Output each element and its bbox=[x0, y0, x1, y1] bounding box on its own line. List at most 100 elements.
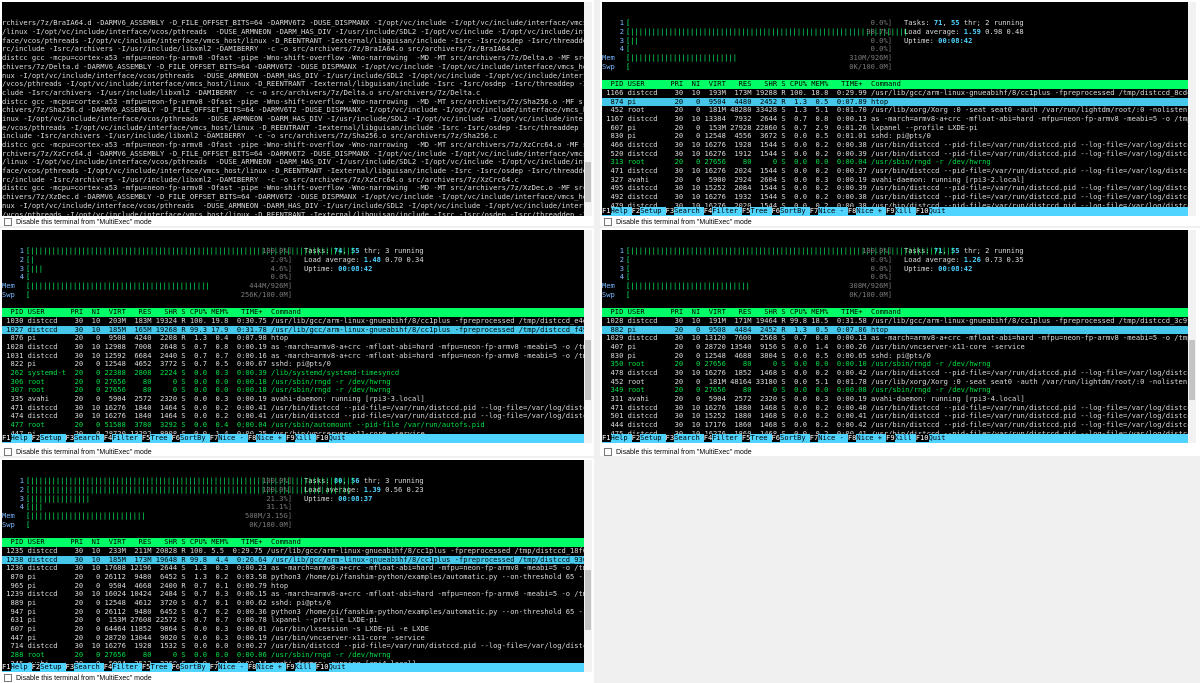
function-key-label[interactable]: SortBy bbox=[180, 434, 210, 442]
function-key-label[interactable]: Kill bbox=[295, 434, 316, 442]
function-key-label[interactable]: Setup bbox=[40, 663, 65, 671]
process-row[interactable]: 471 distccd 30 10 16276 1880 1468 S 0.0 … bbox=[602, 404, 1196, 413]
function-key-label[interactable]: Help bbox=[611, 207, 632, 215]
function-key-label[interactable]: Tree bbox=[750, 434, 771, 442]
process-row[interactable]: 631 pi 20 0 153M 27608 22572 S 0.7 0.7 0… bbox=[2, 616, 592, 625]
checkbox-box[interactable] bbox=[604, 448, 612, 456]
function-key[interactable]: F6 bbox=[771, 434, 781, 443]
function-key[interactable]: F3 bbox=[65, 663, 75, 672]
terminal-3-screen[interactable]: 1 [||||||||||||||||||||||||||||||||||||||… bbox=[2, 230, 592, 443]
process-row[interactable]: 1166 distccd 30 10 193M 173M 19288 R 100… bbox=[602, 89, 1196, 98]
process-row-selected[interactable]: 882 pi 20 0 9508 4484 2452 R 1.3 0.5 0:0… bbox=[602, 325, 1196, 335]
function-key-label[interactable]: Tree bbox=[150, 663, 171, 671]
function-key-label[interactable]: Nice + bbox=[856, 434, 886, 442]
process-row[interactable]: 1167 distccd 30 10 13384 7932 2644 S 0.7… bbox=[602, 115, 1196, 124]
process-row[interactable]: 870 pi 20 0 26112 9480 6452 S 1.3 0.2 0:… bbox=[2, 573, 592, 582]
function-key[interactable]: F4 bbox=[703, 207, 713, 216]
function-key[interactable]: F3 bbox=[665, 207, 675, 216]
process-row[interactable]: 307 root 20 0 27656 80 0 S 0.0 0.0 0:00.… bbox=[2, 386, 592, 395]
function-key[interactable]: F3 bbox=[65, 434, 75, 443]
function-key-label[interactable]: Tree bbox=[150, 434, 171, 442]
function-key-label[interactable]: Kill bbox=[895, 434, 916, 442]
terminal-1-screen[interactable]: rchivers/7z/BraIA64.d -DARMV6_ASSEMBLY -… bbox=[2, 2, 592, 216]
function-key-label[interactable]: Help bbox=[611, 434, 632, 442]
process-row[interactable]: 1029 distccd 30 10 13120 7600 2568 S 0.7… bbox=[602, 334, 1196, 343]
checkbox-box[interactable] bbox=[4, 448, 12, 456]
process-row[interactable]: 452 root 20 0 181M 48280 33428 S 1.3 5.1… bbox=[602, 106, 1196, 115]
function-key-label[interactable]: Filter bbox=[112, 663, 142, 671]
terminal-5-screen[interactable]: 1 [||||||||||||||||||||||||||||||||||||||… bbox=[2, 460, 592, 672]
process-row[interactable]: 306 root 20 0 27656 80 0 S 0.0 0.0 0:00.… bbox=[2, 378, 592, 387]
function-key-label[interactable]: Filter bbox=[112, 434, 142, 442]
function-key[interactable]: F2 bbox=[31, 663, 41, 672]
process-row[interactable]: 311 avahi 20 0 5904 2572 2320 S 0.0 0.3 … bbox=[602, 395, 1196, 404]
scrollbar-thumb[interactable] bbox=[585, 340, 591, 400]
function-key-label[interactable]: Setup bbox=[640, 207, 665, 215]
function-key-label[interactable]: Nice + bbox=[856, 207, 886, 215]
function-key[interactable]: F2 bbox=[31, 434, 41, 443]
function-key-label[interactable]: Nice - bbox=[818, 434, 848, 442]
disable-multiexec-checkbox[interactable]: Disable this terminal from "MultiExec" m… bbox=[4, 674, 152, 682]
checkbox-box[interactable] bbox=[604, 218, 612, 226]
function-key[interactable]: F9 bbox=[286, 434, 295, 443]
process-row[interactable]: 965 pi 20 0 9504 4668 2400 R 0.7 0.1 0:0… bbox=[2, 582, 592, 591]
scrollbar[interactable] bbox=[584, 460, 592, 672]
function-key[interactable]: F10 bbox=[315, 434, 329, 443]
function-key[interactable]: F7 bbox=[209, 434, 219, 443]
function-key[interactable]: F9 bbox=[886, 434, 895, 443]
process-row[interactable]: 447 pi 20 0 28720 13044 9020 S 0.0 0.3 0… bbox=[2, 634, 592, 643]
process-row[interactable]: 1235 distccd 30 10 233M 211M 20828 R 100… bbox=[2, 547, 592, 556]
process-row[interactable]: 492 distccd 30 10 16276 1932 1544 S 0.0 … bbox=[602, 193, 1196, 202]
scrollbar[interactable] bbox=[584, 2, 592, 216]
disable-multiexec-checkbox[interactable]: Disable this terminal from "MultiExec" m… bbox=[604, 218, 752, 226]
process-row[interactable]: 501 distccd 30 10 15252 1880 1468 S 0.0 … bbox=[602, 412, 1196, 421]
scrollbar-thumb[interactable] bbox=[585, 162, 591, 202]
function-key-label[interactable]: Nice - bbox=[218, 663, 248, 671]
function-key-label[interactable]: Tree bbox=[750, 207, 771, 215]
process-row[interactable]: 478 distccd 30 10 16276 1852 1468 S 0.0 … bbox=[602, 369, 1196, 378]
process-row[interactable]: 947 pi 20 0 26112 9480 6452 S 0.7 0.2 0:… bbox=[2, 608, 592, 617]
function-key-label[interactable]: Nice - bbox=[818, 207, 848, 215]
function-key[interactable]: F7 bbox=[209, 663, 219, 672]
process-row[interactable]: 262 systemd-t 20 0 22388 2808 2224 S 0.0… bbox=[2, 369, 592, 378]
function-key-label[interactable]: Setup bbox=[640, 434, 665, 442]
disable-multiexec-checkbox[interactable]: Disable this terminal from "MultiExec" m… bbox=[4, 448, 152, 456]
function-key[interactable]: F7 bbox=[809, 434, 819, 443]
function-key-label[interactable]: Kill bbox=[295, 663, 316, 671]
process-row[interactable]: 474 distccd 30 10 16276 1840 1464 S 0.0 … bbox=[2, 412, 592, 421]
process-row[interactable]: 444 distccd 30 10 17176 1860 1468 S 0.0 … bbox=[602, 421, 1196, 430]
terminal-4-screen[interactable]: 1 [||||||||||||||||||||||||||||||||||||||… bbox=[602, 230, 1196, 443]
terminal-2-screen[interactable]: 1[0.0%] Tasks: 71, 55 thr; 2 running 2 [|||… bbox=[602, 2, 1196, 216]
function-key-label[interactable]: Search bbox=[674, 434, 704, 442]
scrollbar[interactable] bbox=[584, 230, 592, 443]
process-row[interactable]: 889 pi 20 0 12548 4612 3720 S 0.7 0.1 0:… bbox=[2, 599, 592, 608]
function-key[interactable]: F9 bbox=[286, 663, 295, 672]
scrollbar-thumb[interactable] bbox=[1189, 340, 1195, 400]
process-table-header[interactable]: PID USER PRI NI VIRT RES SHR S CPU% MEM%… bbox=[2, 538, 592, 547]
function-key[interactable]: F4 bbox=[103, 663, 113, 672]
scrollbar-thumb[interactable] bbox=[585, 570, 591, 630]
function-key-label[interactable]: Quit bbox=[929, 434, 950, 442]
function-key[interactable]: F3 bbox=[665, 434, 675, 443]
function-key-label[interactable]: Kill bbox=[895, 207, 916, 215]
function-key-label[interactable]: Filter bbox=[712, 434, 742, 442]
process-row[interactable]: 714 distccd 30 10 16276 1928 1532 S 0.0 … bbox=[2, 642, 592, 651]
process-row[interactable]: 1030 distccd 30 10 203M 183M 19324 R 100… bbox=[2, 317, 592, 326]
process-row[interactable]: 288 root 20 0 27656 80 0 S 0.0 0.0 0:00.… bbox=[2, 651, 592, 660]
process-row[interactable]: 876 pi 20 0 9508 4240 2208 R 1.3 0.4 0:0… bbox=[2, 334, 592, 343]
process-row-selected[interactable]: 874 pi 20 0 9504 4480 2452 R 1.3 0.5 0:0… bbox=[602, 97, 1196, 107]
function-key-label[interactable]: Nice - bbox=[218, 434, 248, 442]
process-row[interactable]: 607 pi 20 0 153M 27928 22860 S 0.7 2.9 0… bbox=[602, 124, 1196, 133]
function-key-label[interactable]: Filter bbox=[712, 207, 742, 215]
checkbox-box[interactable] bbox=[4, 218, 12, 226]
process-row[interactable]: 830 pi 20 0 12548 4688 3804 S 0.0 0.5 0:… bbox=[602, 352, 1196, 361]
function-key-label[interactable]: SortBy bbox=[180, 663, 210, 671]
function-key[interactable]: F1 bbox=[2, 663, 11, 672]
function-key-label[interactable]: Nice + bbox=[256, 663, 286, 671]
process-row[interactable]: 520 distccd 30 10 16276 1912 1544 S 0.0 … bbox=[602, 150, 1196, 159]
function-key-label[interactable]: Nice + bbox=[256, 434, 286, 442]
function-key[interactable]: F1 bbox=[602, 434, 611, 443]
checkbox-box[interactable] bbox=[4, 674, 12, 682]
function-key-label[interactable]: Quit bbox=[929, 207, 950, 215]
function-key-label[interactable]: Search bbox=[74, 434, 104, 442]
